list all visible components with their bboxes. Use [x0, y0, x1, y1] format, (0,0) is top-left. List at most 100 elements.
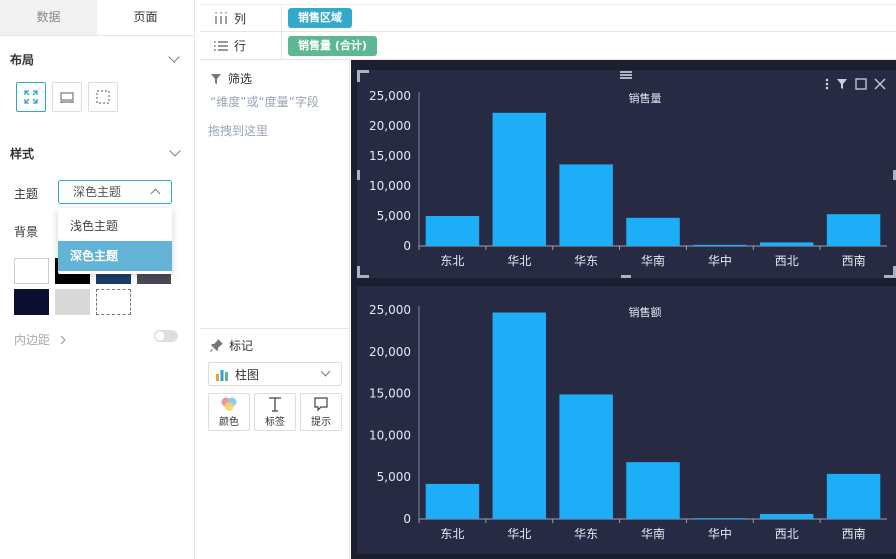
columns-shelf-label: 列	[200, 5, 282, 31]
bar	[492, 312, 547, 519]
x-tick-label: 西北	[775, 254, 799, 268]
bar	[693, 518, 747, 520]
x-tick-label: 华南	[641, 526, 665, 541]
columns-field-pill[interactable]: 销售区域	[288, 8, 352, 28]
resize-handle[interactable]	[357, 170, 360, 180]
rows-shelf-label: 行	[200, 32, 282, 59]
tooltip-button[interactable]: 提示	[300, 393, 342, 431]
theme-select[interactable]: 深色主题	[58, 180, 172, 204]
bar	[425, 216, 480, 246]
y-tick-label: 20,000	[369, 119, 411, 133]
y-tick-label: 15,000	[369, 387, 411, 401]
layout-width-button[interactable]	[52, 82, 82, 112]
bar-chart-icon	[216, 369, 228, 381]
layout-section-title: 布局	[10, 52, 35, 67]
color-button[interactable]: 颜色	[208, 393, 250, 431]
marks-section: 标记 柱图 颜色 标签 提示	[200, 328, 350, 431]
resize-handle[interactable]	[884, 266, 896, 278]
bar	[626, 462, 680, 519]
resize-handle[interactable]	[621, 275, 631, 278]
filter-icon[interactable]	[836, 78, 848, 90]
padding-toggle[interactable]	[154, 330, 178, 342]
swatch-transparent[interactable]	[96, 289, 131, 315]
y-tick-label: 25,000	[369, 89, 411, 103]
expand-icon	[24, 90, 38, 104]
resize-handle[interactable]	[357, 70, 369, 82]
chart-type-value: 柱图	[235, 367, 260, 382]
color-button-label: 颜色	[219, 417, 239, 428]
maximize-icon[interactable]	[855, 78, 867, 90]
resize-handle[interactable]	[357, 266, 369, 278]
y-tick-label: 0	[403, 512, 411, 526]
chart-card-sales-amount[interactable]: 销售额 0 5,000 10,000 15,000 20,000 25,000 东北 华北 华东 华…	[357, 286, 896, 554]
tab-data[interactable]: 数据	[0, 0, 97, 35]
chevron-down-icon[interactable]	[169, 145, 181, 157]
chart-sales-amount: 销售额 0 5,000 10,000 15,000 20,000 25,000 东北 华北 华东 华…	[369, 303, 887, 541]
filter-icon	[211, 73, 221, 84]
x-tick-label: 西北	[775, 527, 799, 541]
style-section-header[interactable]: 样式	[0, 140, 195, 166]
chevron-up-icon	[150, 188, 161, 199]
swatch-light-gray[interactable]	[55, 289, 90, 315]
label-button[interactable]: 标签	[254, 393, 296, 431]
rows-shelf: 行 销售量 (合计)	[200, 32, 896, 60]
filter-drop-hint[interactable]: “维度”或“度量”字段	[210, 94, 350, 111]
layout-free-button[interactable]	[88, 82, 118, 112]
chart-sales-volume: 销售量 0 5,000 10,000 15,000 20,000 25,000 东北 华北 华东 华…	[369, 89, 887, 268]
y-tick-label: 5,000	[377, 209, 411, 223]
padding-row[interactable]: 内边距	[14, 331, 66, 348]
x-tick-label: 西南	[842, 526, 866, 541]
layout-section-header[interactable]: 布局	[0, 46, 194, 72]
background-label: 背景	[14, 225, 39, 239]
swatch-white[interactable]	[14, 258, 49, 284]
columns-label-text: 列	[234, 11, 247, 26]
theme-option-dark[interactable]: 深色主题	[58, 241, 172, 271]
close-icon[interactable]	[874, 78, 886, 90]
marks-title: 标记	[210, 337, 350, 354]
color-palette-icon	[221, 397, 237, 411]
columns-icon	[215, 12, 227, 24]
chart-type-select[interactable]: 柱图	[208, 362, 342, 386]
chart-toolbar	[825, 78, 886, 90]
fit-width-icon	[60, 92, 74, 103]
y-tick-label: 0	[403, 239, 411, 253]
x-tick-label: 华东	[574, 254, 598, 268]
bar	[559, 164, 613, 246]
y-tick-label: 25,000	[369, 303, 411, 317]
x-tick-label: 华北	[507, 527, 531, 541]
bar	[559, 394, 613, 519]
tooltip-icon	[314, 397, 328, 412]
theme-option-light[interactable]: 浅色主题	[58, 211, 172, 241]
rows-label-text: 行	[234, 39, 247, 53]
chart-card-sales-volume[interactable]: 销售量 0 5,000 10,000 15,000 20,000 25,000 东北 华北 华东 华…	[357, 70, 896, 278]
y-tick-label: 10,000	[369, 179, 411, 193]
layout-fit-button[interactable]	[16, 82, 46, 112]
tooltip-button-label: 提示	[311, 417, 331, 428]
columns-shelf: 列 销售区域	[200, 4, 896, 32]
layout-options	[0, 82, 194, 112]
rows-field-pill[interactable]: 销售量 (合计)	[288, 35, 377, 56]
rows-icon	[214, 40, 228, 51]
tab-page[interactable]: 页面	[97, 0, 194, 35]
filter-drop-hint-2[interactable]: 拖拽到这里	[208, 122, 268, 139]
padding-label: 内边距	[14, 333, 51, 347]
theme-select-value: 深色主题	[73, 185, 122, 199]
bar	[626, 217, 680, 246]
drag-handle-icon[interactable]	[620, 70, 632, 80]
chevron-down-icon	[320, 366, 331, 377]
y-tick-label: 5,000	[377, 470, 411, 484]
bar	[759, 513, 814, 519]
theme-label: 主题	[14, 187, 39, 201]
settings-panel: 数据 页面 布局 样式 主题 深色主题 背景 浅色主题 深色主题 内边距	[0, 0, 195, 559]
x-tick-label: 华东	[574, 527, 598, 541]
mark-buttons: 颜色 标签 提示	[208, 393, 350, 431]
pin-icon	[210, 339, 223, 352]
more-icon[interactable]	[825, 78, 829, 90]
swatch-dark-blue[interactable]	[14, 289, 49, 315]
x-tick-label: 东北	[440, 254, 464, 268]
bar	[826, 473, 881, 519]
bar	[759, 242, 814, 246]
bar	[492, 112, 547, 246]
x-tick-label: 华南	[641, 253, 665, 268]
chevron-down-icon[interactable]	[168, 51, 180, 63]
